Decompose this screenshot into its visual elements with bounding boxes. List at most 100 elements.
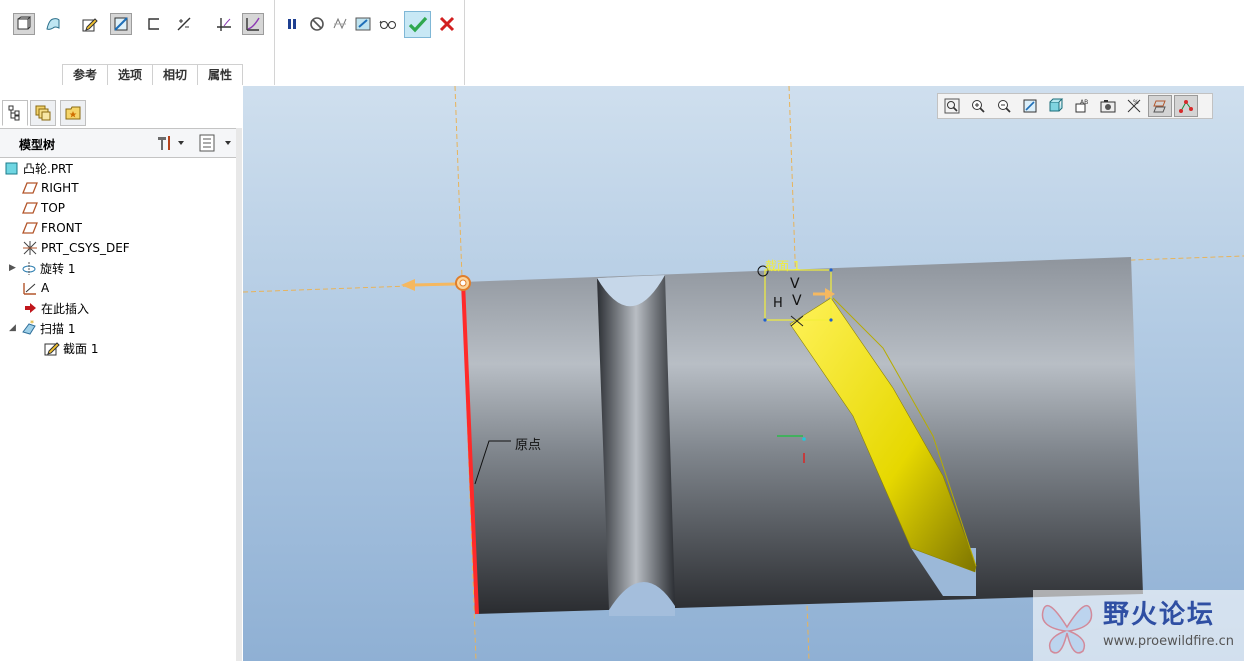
view-manager-button[interactable]: [1096, 95, 1120, 117]
tree-item-axis[interactable]: A: [22, 278, 49, 298]
normal-to-trajectory-button[interactable]: [213, 13, 235, 35]
dashboard-tabs: 参考 选项 相切 属性: [62, 64, 244, 85]
tab-properties[interactable]: 属性: [198, 65, 244, 85]
csys-icon: [22, 240, 38, 256]
sweep-icon: *: [21, 319, 37, 336]
tree-item-revolve[interactable]: ▶ 旋转 1: [9, 258, 75, 278]
tree-item-label: PRT_CSYS_DEF: [41, 241, 130, 255]
tree-scrollbar[interactable]: [236, 128, 242, 661]
datum-plane-icon: [22, 220, 38, 236]
tree-item-front[interactable]: FRONT: [22, 218, 82, 238]
model-canvas[interactable]: [243, 86, 1244, 661]
repaint-button[interactable]: [1018, 95, 1042, 117]
section-vertex: [829, 318, 833, 322]
display-style-icon: [1049, 98, 1064, 112]
zoom-in-button[interactable]: [966, 95, 990, 117]
annotation-display-button[interactable]: %: [1122, 95, 1146, 117]
watermark-title: 野火论坛: [1103, 600, 1216, 630]
point-display-icon: [1179, 100, 1193, 113]
tree-item-label: 截面 1: [63, 341, 99, 356]
direction-arrow-head: [401, 279, 415, 291]
svg-text:%: %: [1133, 99, 1139, 106]
ok-button[interactable]: [404, 11, 431, 38]
open-end-icon: [148, 18, 159, 30]
direction-arrow[interactable]: [412, 282, 456, 287]
saved-views-button[interactable]: AB: [1070, 95, 1094, 117]
preview-geometry-icon: [333, 17, 347, 30]
no-preview-button[interactable]: [306, 13, 328, 35]
favorites-tab[interactable]: [60, 100, 86, 126]
merge-ends-button[interactable]: [173, 13, 195, 35]
expand-arrow-icon[interactable]: ▶: [9, 263, 19, 273]
tree-item-part[interactable]: 凸轮.PRT: [4, 158, 73, 178]
collapse-arrow-icon[interactable]: ◢: [9, 323, 19, 333]
cam-groove: [597, 275, 675, 610]
pause-icon: [288, 19, 296, 29]
refit-button[interactable]: [940, 95, 964, 117]
glasses-button[interactable]: [377, 13, 399, 35]
tree-settings-button[interactable]: [156, 134, 186, 155]
model-tree-title: 模型树: [19, 138, 56, 152]
tab-references[interactable]: 参考: [62, 65, 109, 85]
tree-item-top[interactable]: TOP: [22, 198, 65, 218]
tree-item-right[interactable]: RIGHT: [22, 178, 79, 198]
butterfly-logo-icon: [1041, 605, 1093, 654]
model-tree-icon: [8, 105, 20, 121]
cancel-icon: [439, 16, 455, 32]
tree-item-section[interactable]: 截面 1: [44, 338, 98, 358]
model-tree-tab[interactable]: [2, 100, 28, 126]
graphics-viewport[interactable]: 原点 截面 1 V H V AB %: [243, 86, 1244, 661]
origin-label: 原点: [515, 438, 542, 453]
merge-ends-icon: [177, 17, 191, 31]
tree-columns-button[interactable]: [198, 134, 234, 155]
display-style-button[interactable]: [1044, 95, 1068, 117]
plane-display-button[interactable]: [1148, 95, 1172, 117]
navigator-panel: 模型树 凸轮.PRT RIGHT TOP FRONT PRT_CSYS_DEF: [0, 86, 244, 661]
glasses-icon: [379, 20, 396, 29]
revolve-icon: [21, 260, 37, 276]
tree-item-label: 在此插入: [41, 301, 90, 316]
tab-options[interactable]: 选项: [108, 65, 154, 85]
saved-views-icon: AB: [1075, 99, 1088, 113]
tree-item-insert-here[interactable]: 在此插入: [22, 298, 89, 318]
variable-section-button[interactable]: [110, 13, 132, 35]
constant-section-button[interactable]: [242, 13, 264, 35]
tree-item-csys[interactable]: PRT_CSYS_DEF: [22, 238, 130, 258]
section-label: 截面 1: [765, 259, 801, 273]
point-display-button[interactable]: [1174, 95, 1198, 117]
preview-geometry-button[interactable]: [329, 13, 351, 35]
csys-origin: [802, 437, 806, 441]
annotation-display-icon: %: [1127, 99, 1141, 113]
solid-icon: [17, 16, 32, 30]
tab-tangency[interactable]: 相切: [153, 65, 199, 85]
zoom-in-icon: [972, 100, 985, 113]
section-variable-icon: [114, 17, 128, 31]
cancel-button[interactable]: [436, 13, 458, 35]
sketch-edit-button[interactable]: [79, 13, 101, 35]
open-end-button[interactable]: [143, 13, 165, 35]
surface-button[interactable]: [42, 13, 64, 35]
folder-browser-tab[interactable]: [30, 100, 56, 126]
datum-plane-icon: [22, 180, 38, 196]
tree-item-label: 旋转 1: [40, 261, 76, 276]
watermark-url: www.proewildfire.cn: [1103, 634, 1234, 649]
section-icon: [44, 340, 60, 356]
plane-display-icon: [1153, 100, 1166, 113]
tree-item-sweep[interactable]: ◢ * 扫描 1: [9, 318, 75, 338]
ok-icon: [408, 16, 427, 32]
pause-button[interactable]: [281, 13, 303, 35]
list-icon: [199, 134, 231, 152]
zoom-out-button[interactable]: [992, 95, 1016, 117]
normal-to-trajectory-icon: [217, 18, 231, 31]
solid-button[interactable]: [13, 13, 35, 35]
sketch-edit-icon: [82, 18, 98, 32]
tree-item-label: A: [41, 281, 50, 295]
v-dimension-label: V: [790, 276, 800, 292]
zoom-out-icon: [998, 100, 1011, 113]
svg-text:AB: AB: [1080, 99, 1088, 106]
refit-icon: [944, 98, 960, 114]
tools-icon: [158, 136, 184, 150]
verify-mode-button[interactable]: [352, 13, 374, 35]
ribbon: 参考 选项 相切 属性: [0, 0, 1244, 87]
section-vertex: [829, 268, 833, 272]
